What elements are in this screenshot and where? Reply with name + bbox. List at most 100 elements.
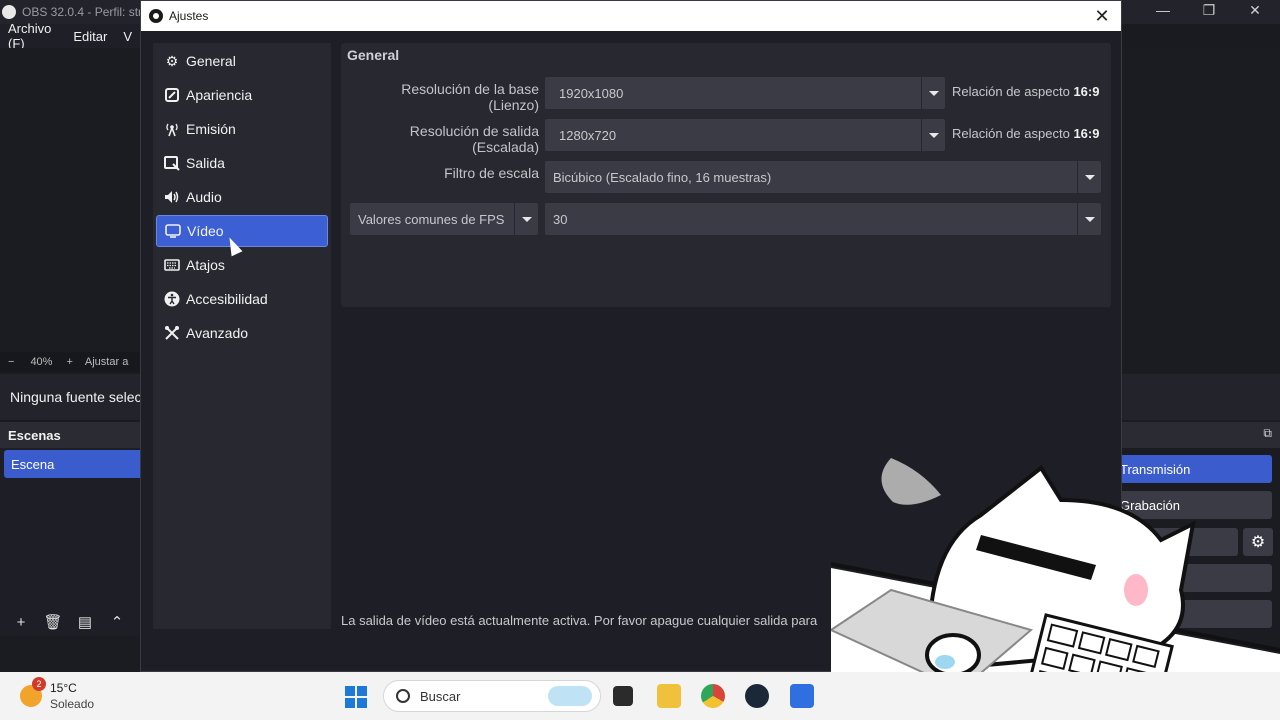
- nav-item-salida[interactable]: Salida: [156, 147, 328, 179]
- close-icon[interactable]: ✕: [1091, 5, 1113, 27]
- weather-temperature: 15°C: [50, 681, 77, 695]
- monitor-icon: [164, 222, 182, 240]
- zoom-bar: − 40% + Ajustar a: [0, 352, 140, 372]
- zoom-out-button[interactable]: −: [8, 356, 14, 368]
- menu-ver[interactable]: V: [123, 29, 132, 44]
- roblox-icon[interactable]: [790, 684, 814, 708]
- source-status: Ninguna fuente selecc: [0, 374, 140, 420]
- close-window-icon[interactable]: ✕: [1232, 2, 1278, 19]
- base-resolution-label: Resolución de la base (Lienzo): [401, 81, 539, 113]
- taskbar: 2 15°C Soleado Buscar: [0, 672, 1280, 720]
- broadcast-icon: [163, 120, 181, 138]
- nav-item-avanzado[interactable]: Avanzado: [156, 317, 328, 349]
- filter-icon[interactable]: ▤: [74, 613, 96, 631]
- search-highlight-icon: [548, 686, 592, 706]
- overlay-cat-paw: [925, 633, 981, 677]
- nav-label: Audio: [186, 189, 222, 205]
- dialog-title: Ajustes: [169, 9, 209, 23]
- section-title: General: [347, 47, 400, 63]
- chevron-down-icon[interactable]: [921, 119, 945, 151]
- nav-item-audio[interactable]: Audio: [156, 181, 328, 213]
- nav-label: Apariencia: [186, 87, 253, 103]
- nav-label: Salida: [186, 155, 225, 171]
- fps-type-combo[interactable]: Valores comunes de FPS: [350, 203, 538, 235]
- zoom-in-button[interactable]: +: [66, 356, 72, 368]
- nav-item-atajos[interactable]: Atajos: [156, 249, 328, 281]
- steam-icon[interactable]: [745, 684, 769, 708]
- nav-item-apariencia[interactable]: Apariencia: [156, 79, 328, 111]
- fps-type-value: Valores comunes de FPS: [358, 211, 505, 227]
- nav-item-emision[interactable]: Emisión: [156, 113, 328, 145]
- search-placeholder: Buscar: [420, 688, 461, 704]
- dock-float-icon[interactable]: ⧉: [1263, 426, 1272, 441]
- nav-label: Accesibilidad: [186, 291, 268, 307]
- aspect-value: 16:9: [1073, 84, 1100, 99]
- output-resolution-label: Resolución de salida (Escalada): [409, 123, 539, 155]
- settings-nav: ⚙ General Apariencia Emisión Salida Audi…: [153, 43, 331, 629]
- wrench-icon: [163, 324, 181, 342]
- fps-value-combo[interactable]: 30: [545, 203, 1101, 235]
- minimize-icon[interactable]: —: [1140, 2, 1186, 18]
- chrome-icon[interactable]: [701, 684, 725, 708]
- aspect-label: Relación de aspecto: [952, 126, 1070, 141]
- base-resolution-value: 1920x1080: [559, 85, 624, 101]
- scenes-list: Escena: [0, 448, 140, 608]
- taskbar-search[interactable]: Buscar: [383, 680, 601, 712]
- speaker-icon: [163, 188, 181, 206]
- base-aspect-ratio: Relación de aspecto 16:9: [952, 84, 1099, 99]
- output-aspect-ratio: Relación de aspecto 16:9: [952, 126, 1099, 141]
- overlay-mouse-glow: [935, 655, 955, 669]
- output-resolution-value: 1280x720: [559, 127, 617, 143]
- obs-window-title: OBS 32.0.4 - Perfil: stre: [22, 5, 149, 19]
- output-resolution-combo[interactable]: 1280x720: [545, 119, 945, 151]
- aspect-label: Relación de aspecto: [952, 84, 1070, 99]
- gear-icon: ⚙: [165, 52, 179, 69]
- menu-archivo[interactable]: Archivo (F): [8, 21, 57, 51]
- keyboard-icon: [163, 256, 181, 274]
- video-settings-panel: General Resolución de la base (Lienzo) 1…: [341, 43, 1111, 307]
- scale-filter-label: Filtro de escala: [444, 165, 539, 181]
- weather-widget[interactable]: 2 15°C Soleado: [20, 677, 94, 712]
- notification-badge: 2: [32, 677, 46, 691]
- maximize-icon[interactable]: ❐: [1186, 2, 1232, 19]
- task-view-icon[interactable]: [613, 686, 633, 706]
- chevron-down-icon[interactable]: [921, 77, 945, 109]
- nav-item-video[interactable]: Vídeo: [156, 215, 328, 247]
- zoom-fit-button[interactable]: Ajustar a: [85, 356, 128, 368]
- sun-icon: 2: [20, 677, 46, 707]
- obs-menu-bar: Archivo (F) Editar V: [0, 21, 140, 51]
- obs-logo-icon: [2, 5, 16, 19]
- trash-icon[interactable]: 🗑: [42, 613, 64, 631]
- move-up-icon[interactable]: ⌃: [106, 613, 128, 631]
- scene-item[interactable]: Escena: [4, 450, 140, 478]
- obs-preview[interactable]: [0, 48, 140, 352]
- nav-item-general[interactable]: ⚙ General: [156, 45, 328, 77]
- overlay-motion-blur: [881, 458, 941, 505]
- dialog-title-bar: Ajustes ✕: [141, 1, 1121, 31]
- nav-label: Atajos: [186, 257, 225, 273]
- add-icon[interactable]: +: [10, 614, 32, 631]
- brush-icon: [163, 86, 181, 104]
- accessibility-icon: [163, 290, 181, 308]
- chevron-down-icon[interactable]: [1077, 203, 1101, 235]
- chevron-down-icon[interactable]: [514, 203, 538, 235]
- search-icon: [396, 689, 410, 703]
- nav-label: General: [186, 53, 236, 69]
- output-active-warning: La salida de vídeo está actualmente acti…: [341, 613, 818, 628]
- output-icon: [163, 154, 181, 172]
- obs-right-source-bar: [1122, 374, 1280, 420]
- base-resolution-combo[interactable]: 1920x1080: [545, 77, 945, 109]
- nav-item-accesibilidad[interactable]: Accesibilidad: [156, 283, 328, 315]
- scale-filter-value: Bicúbico (Escalado fino, 16 muestras): [553, 169, 772, 185]
- scenes-header: Escenas: [0, 422, 140, 448]
- overlay-paw-pad: [1124, 574, 1148, 606]
- scenes-toolbar: + 🗑 ▤ ⌃: [0, 608, 140, 636]
- nav-label: Vídeo: [187, 223, 224, 239]
- windows-start-icon[interactable]: [345, 686, 367, 708]
- obs-logo-icon: [149, 9, 163, 23]
- fps-value: 30: [553, 211, 568, 227]
- file-explorer-icon[interactable]: [657, 684, 681, 708]
- scale-filter-combo[interactable]: Bicúbico (Escalado fino, 16 muestras): [545, 161, 1101, 193]
- menu-editar[interactable]: Editar: [73, 29, 107, 44]
- chevron-down-icon[interactable]: [1077, 161, 1101, 193]
